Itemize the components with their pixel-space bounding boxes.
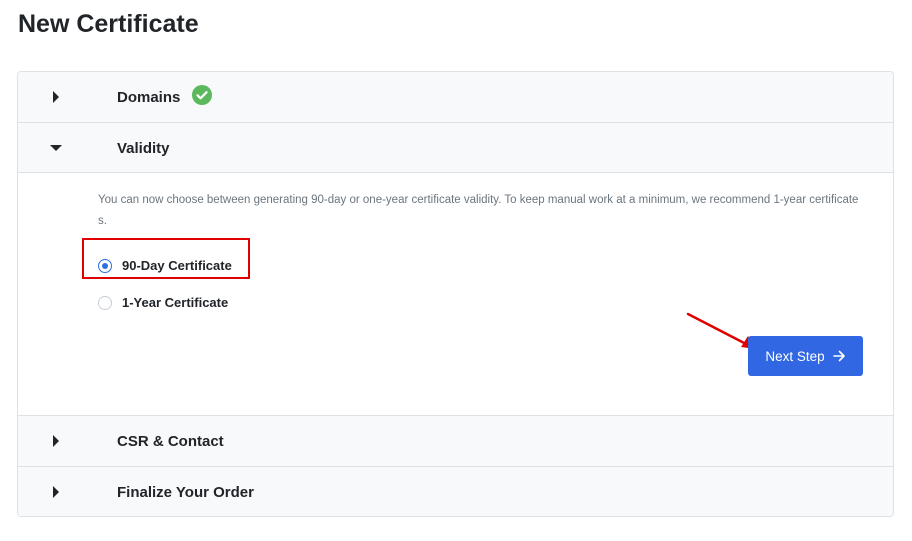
radio-90-day-certificate[interactable]: 90-Day Certificate [98,258,232,273]
arrow-right-icon [832,350,846,362]
certificate-accordion: Domains Validity You can now choose betw… [17,71,894,517]
page-title: New Certificate [18,10,199,38]
next-step-button[interactable]: Next Step [748,336,863,376]
caret-down-icon [50,142,62,154]
section-validity-title: Validity [117,140,170,157]
radio-1-year-certificate[interactable]: 1-Year Certificate [98,295,228,310]
section-csr-contact-header[interactable]: CSR & Contact [18,416,893,467]
radio-1-year-label: 1-Year Certificate [122,295,229,310]
next-step-label: Next Step [765,348,825,364]
section-validity-header[interactable]: Validity [18,123,893,173]
caret-right-icon [50,91,62,103]
section-csr-contact-title: CSR & Contact [117,433,224,450]
check-circle-icon [192,85,212,105]
section-validity-body: You can now choose between generating 90… [18,173,893,416]
radio-button-selected[interactable] [98,258,112,273]
section-finalize-order-header[interactable]: Finalize Your Order [18,467,893,516]
section-domains-header[interactable]: Domains [18,72,893,123]
caret-right-icon [50,486,62,498]
radio-90-day-label: 90-Day Certificate [122,258,232,273]
section-domains-title: Domains [117,89,181,106]
caret-right-icon [50,435,62,447]
validity-description: You can now choose between generating 90… [98,194,859,227]
section-finalize-order-title: Finalize Your Order [117,484,254,501]
radio-button-unselected[interactable] [98,295,112,310]
